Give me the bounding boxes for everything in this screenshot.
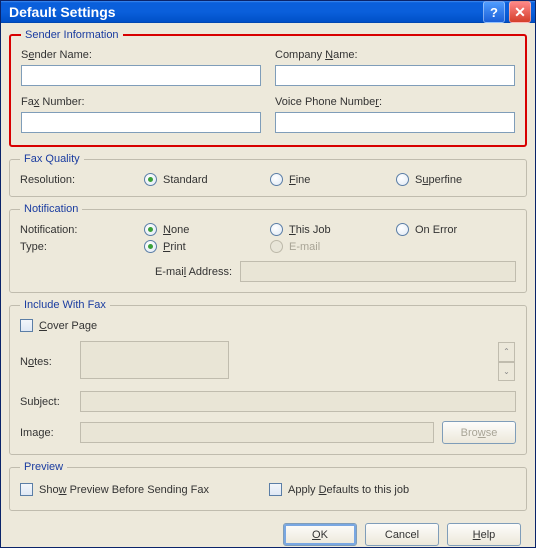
fax-quality-legend: Fax Quality xyxy=(20,153,84,165)
resolution-fine-radio[interactable]: Fine xyxy=(270,173,380,186)
help-icon[interactable]: ? xyxy=(483,1,505,23)
window-title: Default Settings xyxy=(9,4,483,20)
subject-label: Subject: xyxy=(20,396,80,408)
button-row: OK Cancel Help xyxy=(9,517,527,546)
browse-button[interactable]: Browse xyxy=(442,421,516,444)
image-label: Image: xyxy=(20,427,80,439)
fax-quality-group: Fax Quality Resolution: Standard Fine Su… xyxy=(9,153,527,197)
show-preview-checkbox[interactable]: Show Preview Before Sending Fax xyxy=(20,483,209,496)
subject-input[interactable] xyxy=(80,391,516,412)
email-address-label: E-mail Address: xyxy=(20,266,240,278)
preview-group: Preview Show Preview Before Sending Fax … xyxy=(9,461,527,511)
notification-thisjob-radio[interactable]: This Job xyxy=(270,223,380,236)
dialog-window: Default Settings ? ✕ Sender Information … xyxy=(0,0,536,548)
apply-defaults-checkbox[interactable]: Apply Defaults to this job xyxy=(269,483,409,496)
cancel-button[interactable]: Cancel xyxy=(365,523,439,546)
voice-number-input[interactable] xyxy=(275,112,515,133)
notification-onerror-radio[interactable]: On Error xyxy=(396,223,506,236)
sender-info-group: Sender Information Sender Name: Company … xyxy=(9,29,527,147)
ok-button[interactable]: OK xyxy=(283,523,357,546)
client-area: Sender Information Sender Name: Company … xyxy=(1,23,535,554)
include-legend: Include With Fax xyxy=(20,299,110,311)
fax-number-input[interactable] xyxy=(21,112,261,133)
sender-info-legend: Sender Information xyxy=(21,29,123,41)
voice-number-label: Voice Phone Number: xyxy=(275,96,515,108)
checkbox-icon xyxy=(269,483,282,496)
resolution-superfine-radio[interactable]: Superfine xyxy=(396,173,506,186)
notes-textarea[interactable] xyxy=(80,341,229,379)
chevron-up-icon: ⌃ xyxy=(498,342,515,362)
sender-name-input[interactable] xyxy=(21,65,261,86)
chevron-down-icon: ⌄ xyxy=(498,362,515,382)
type-print-radio[interactable]: Print xyxy=(144,240,254,253)
notification-group: Notification Notification: None This Job… xyxy=(9,203,527,293)
notes-scroll[interactable]: ⌃⌄ xyxy=(498,342,515,381)
include-with-fax-group: Include With Fax Cover Page Notes: ⌃⌄ Su… xyxy=(9,299,527,455)
company-name-input[interactable] xyxy=(275,65,515,86)
notification-none-radio[interactable]: None xyxy=(144,223,254,236)
notification-legend: Notification xyxy=(20,203,82,215)
close-icon[interactable]: ✕ xyxy=(509,1,531,23)
help-button[interactable]: Help xyxy=(447,523,521,546)
resolution-label: Resolution: xyxy=(20,174,144,186)
cover-page-checkbox[interactable]: Cover Page xyxy=(20,319,516,332)
checkbox-icon xyxy=(20,319,33,332)
type-email-radio: E-mail xyxy=(270,240,380,253)
sender-name-label: Sender Name: xyxy=(21,49,261,61)
fax-number-label: Fax Number: xyxy=(21,96,261,108)
image-input[interactable] xyxy=(80,422,434,443)
preview-legend: Preview xyxy=(20,461,67,473)
titlebar: Default Settings ? ✕ xyxy=(1,1,535,23)
notification-label: Notification: xyxy=(20,224,144,236)
email-address-input[interactable] xyxy=(240,261,516,282)
company-name-label: Company Name: xyxy=(275,49,515,61)
resolution-standard-radio[interactable]: Standard xyxy=(144,173,254,186)
notes-label: Notes: xyxy=(20,356,80,368)
checkbox-icon xyxy=(20,483,33,496)
type-label: Type: xyxy=(20,241,144,253)
